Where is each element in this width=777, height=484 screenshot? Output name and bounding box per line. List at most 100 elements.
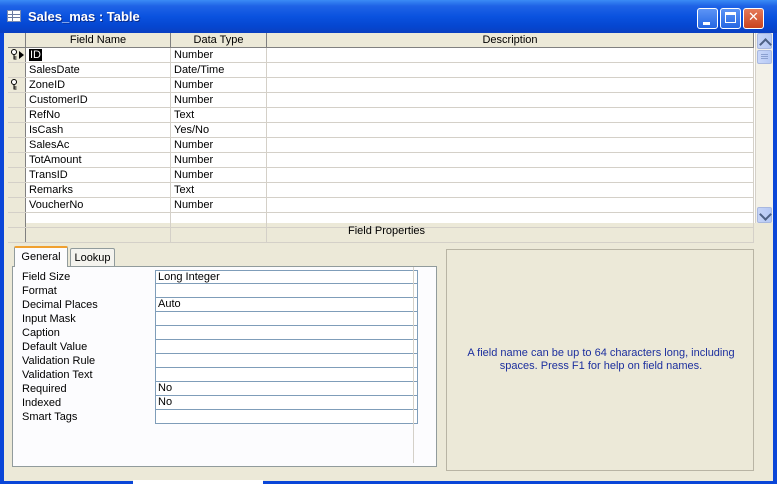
minimize-icon — [703, 22, 710, 25]
property-value-field[interactable]: No — [155, 382, 418, 396]
property-value-field[interactable] — [155, 368, 418, 382]
field-name-cell[interactable]: TransID — [26, 168, 171, 182]
description-cell[interactable] — [267, 48, 754, 62]
table-row[interactable]: Remarks Text — [8, 183, 754, 198]
table-row[interactable]: TransID Number — [8, 168, 754, 183]
maximize-button[interactable] — [720, 8, 741, 29]
row-selector[interactable] — [8, 48, 26, 62]
scroll-down-button[interactable] — [757, 207, 772, 223]
data-type-cell[interactable]: Number — [171, 153, 267, 167]
property-label: Validation Rule — [22, 355, 96, 367]
table-row[interactable]: RefNo Text — [8, 108, 754, 123]
data-type-cell[interactable]: Number — [171, 93, 267, 107]
maximize-icon — [725, 12, 736, 23]
field-name-cell[interactable]: SalesDate — [26, 63, 171, 77]
data-type-cell[interactable]: Text — [171, 183, 267, 197]
data-type-cell-text: Number — [174, 49, 214, 61]
description-cell[interactable] — [267, 78, 754, 92]
field-name-cell-text: RefNo — [29, 109, 61, 121]
data-type-cell[interactable]: Number — [171, 138, 267, 152]
grid-vertical-scrollbar[interactable] — [755, 33, 773, 223]
tab-general[interactable]: General — [14, 246, 68, 267]
chevron-up-icon — [759, 38, 772, 51]
field-name-cell[interactable]: ZoneID — [26, 78, 171, 92]
scroll-thumb[interactable] — [757, 50, 772, 64]
table-row[interactable]: SalesDate Date/Time — [8, 63, 754, 78]
table-row[interactable]: VoucherNo Number — [8, 198, 754, 213]
column-header-description[interactable]: Description — [267, 33, 754, 47]
data-type-cell[interactable]: Date/Time — [171, 63, 267, 77]
row-selector[interactable] — [8, 78, 26, 92]
data-type-cell[interactable]: Number — [171, 78, 267, 92]
table-row[interactable]: IsCash Yes/No — [8, 123, 754, 138]
property-value-field[interactable] — [155, 410, 418, 424]
row-selector[interactable] — [8, 168, 26, 182]
row-selector[interactable] — [8, 123, 26, 137]
property-value-field[interactable] — [155, 340, 418, 354]
table-row[interactable]: TotAmount Number — [8, 153, 754, 168]
row-selector[interactable] — [8, 183, 26, 197]
property-label: Required — [22, 383, 67, 395]
field-name-cell[interactable]: CustomerID — [26, 93, 171, 107]
data-type-cell[interactable]: Number — [171, 48, 267, 62]
scroll-up-button[interactable] — [757, 33, 772, 51]
row-selector[interactable] — [8, 153, 26, 167]
title-bar[interactable]: Sales_mas : Table ✕ — [0, 0, 777, 33]
property-value-field[interactable] — [155, 326, 418, 340]
column-header-field-name[interactable]: Field Name — [26, 33, 171, 47]
field-name-cell-text: SalesDate — [29, 64, 80, 76]
table-row[interactable]: ZoneID Number — [8, 78, 754, 93]
table-icon[interactable] — [7, 10, 21, 22]
table-row[interactable]: CustomerID Number — [8, 93, 754, 108]
data-type-cell-text: Number — [174, 169, 214, 181]
field-name-cell[interactable]: IsCash — [26, 123, 171, 137]
field-properties-label: Field Properties — [347, 225, 426, 237]
property-label: Indexed — [22, 397, 62, 409]
description-cell[interactable] — [267, 63, 754, 77]
row-selector[interactable] — [8, 108, 26, 122]
description-cell[interactable] — [267, 138, 754, 152]
data-type-cell[interactable]: Number — [171, 198, 267, 212]
table-row[interactable]: ID Number — [8, 48, 754, 63]
properties-scroll-area — [413, 267, 430, 463]
description-cell[interactable] — [267, 108, 754, 122]
current-row-arrow-icon — [19, 51, 24, 59]
data-type-cell[interactable]: Yes/No — [171, 123, 267, 137]
property-value-field[interactable]: No — [155, 396, 418, 410]
property-value-field[interactable] — [155, 354, 418, 368]
property-value-field[interactable]: Auto — [155, 298, 418, 312]
property-label: Format — [22, 285, 57, 297]
data-type-cell[interactable]: Text — [171, 108, 267, 122]
minimize-button[interactable] — [697, 8, 718, 29]
description-cell[interactable] — [267, 93, 754, 107]
field-name-cell-text: CustomerID — [29, 94, 88, 106]
close-button[interactable]: ✕ — [743, 8, 764, 29]
property-value-field[interactable] — [155, 312, 418, 326]
column-header-data-type[interactable]: Data Type — [171, 33, 267, 47]
description-cell[interactable] — [267, 123, 754, 137]
data-type-cell[interactable]: Number — [171, 168, 267, 182]
field-name-cell[interactable]: VoucherNo — [26, 198, 171, 212]
row-selector[interactable] — [8, 93, 26, 107]
field-name-cell-text: ZoneID — [29, 79, 66, 91]
field-name-cell[interactable]: TotAmount — [26, 153, 171, 167]
row-selector[interactable] — [8, 138, 26, 152]
description-cell[interactable] — [267, 183, 754, 197]
field-name-cell[interactable]: Remarks — [26, 183, 171, 197]
row-selector[interactable] — [8, 198, 26, 212]
data-type-cell-text: Number — [174, 79, 214, 91]
field-name-cell[interactable]: RefNo — [26, 108, 171, 122]
field-name-cell[interactable]: ID — [26, 48, 171, 62]
property-value-field[interactable]: Long Integer — [155, 270, 418, 284]
description-cell[interactable] — [267, 198, 754, 212]
row-selector[interactable] — [8, 63, 26, 77]
property-label: Smart Tags — [22, 411, 78, 423]
description-cell[interactable] — [267, 153, 754, 167]
tab-lookup[interactable]: Lookup — [70, 248, 115, 266]
description-cell[interactable] — [267, 168, 754, 182]
field-name-cell[interactable]: SalesAc — [26, 138, 171, 152]
design-view: Field Name Data Type Description ID Numbe… — [4, 33, 773, 481]
table-row[interactable]: SalesAc Number — [8, 138, 754, 153]
property-value-field[interactable] — [155, 284, 418, 298]
field-name-cell-text: IsCash — [29, 124, 64, 136]
